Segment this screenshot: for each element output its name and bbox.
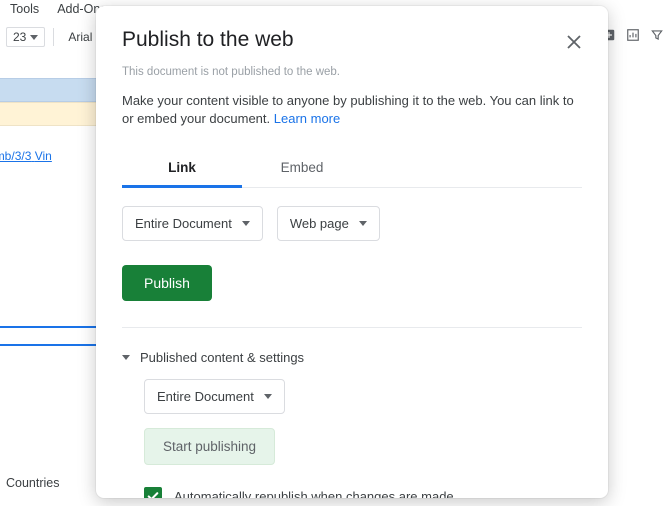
sheet-tab-countries[interactable]: Countries [0,472,68,494]
dialog-title: Publish to the web [122,28,582,52]
cell[interactable]: Ru [0,266,104,286]
cell[interactable]: Ne [0,246,104,266]
cell[interactable]: Vix [0,346,104,366]
filter-icon[interactable] [650,28,664,42]
cell[interactable]: Alc [0,406,104,426]
cell[interactable]: Me [0,126,104,146]
auto-republish-label: Automatically republish when changes are… [174,489,454,498]
format-dropdown-label: Web page [290,216,349,231]
learn-more-link[interactable]: Learn more [274,111,340,126]
zoom-dropdown[interactable]: 23 [6,27,45,47]
spreadsheet-partial: Si Au Me ns/thumb/3/3 Vin De htt U2 Fra … [0,78,104,506]
selected-cell[interactable]: Cir [0,326,104,346]
cell-link[interactable]: htt [0,186,104,206]
column-header[interactable]: Si [0,78,104,102]
range-dropdown[interactable]: Entire Document [122,206,263,241]
range-dropdown-label: Entire Document [135,216,232,231]
settings-range-dropdown-label: Entire Document [157,389,254,404]
dialog-description: Make your content visible to anyone by p… [122,92,582,128]
chart-icon[interactable] [626,28,640,42]
cell-link[interactable]: ns/thumb/3/3 Vin [0,146,104,166]
cell[interactable]: Sc [0,446,104,466]
chevron-down-icon [122,355,130,360]
chevron-down-icon [264,394,272,399]
publish-dialog: Publish to the web This document is not … [96,6,608,498]
font-dropdown[interactable]: Arial [62,28,98,46]
start-publishing-button[interactable]: Start publishing [144,428,275,465]
tab-embed[interactable]: Embed [242,150,362,187]
cell-link[interactable]: htt [0,306,104,326]
tab-bar: Link Embed [122,150,582,188]
chevron-down-icon [242,221,250,226]
check-icon [147,490,159,498]
menu-tools[interactable]: Tools [10,2,39,16]
publish-button[interactable]: Publish [122,265,212,301]
cell[interactable]: The [0,426,104,446]
dialog-subtitle: This document is not published to the we… [122,66,582,78]
chevron-down-icon [30,35,38,40]
auto-republish-checkbox[interactable] [144,487,162,498]
cell[interactable]: Ne [0,386,104,406]
toolbar-right-icons [602,28,664,42]
settings-range-dropdown[interactable]: Entire Document [144,379,285,414]
cell[interactable]: Fra [0,226,104,246]
cell[interactable]: 186 [0,366,104,386]
format-dropdown[interactable]: Web page [277,206,380,241]
tab-link[interactable]: Link [122,150,242,187]
settings-expander[interactable]: Published content & settings [122,350,582,365]
cell[interactable]: U2 [0,206,104,226]
cell[interactable]: Em [0,286,104,306]
close-button[interactable] [562,30,586,54]
toolbar-separator [53,28,54,46]
cell[interactable]: De [0,166,104,186]
divider [122,327,582,328]
group-row[interactable]: Au [0,102,104,126]
chevron-down-icon [359,221,367,226]
close-icon [567,35,581,49]
expander-label: Published content & settings [140,350,304,365]
